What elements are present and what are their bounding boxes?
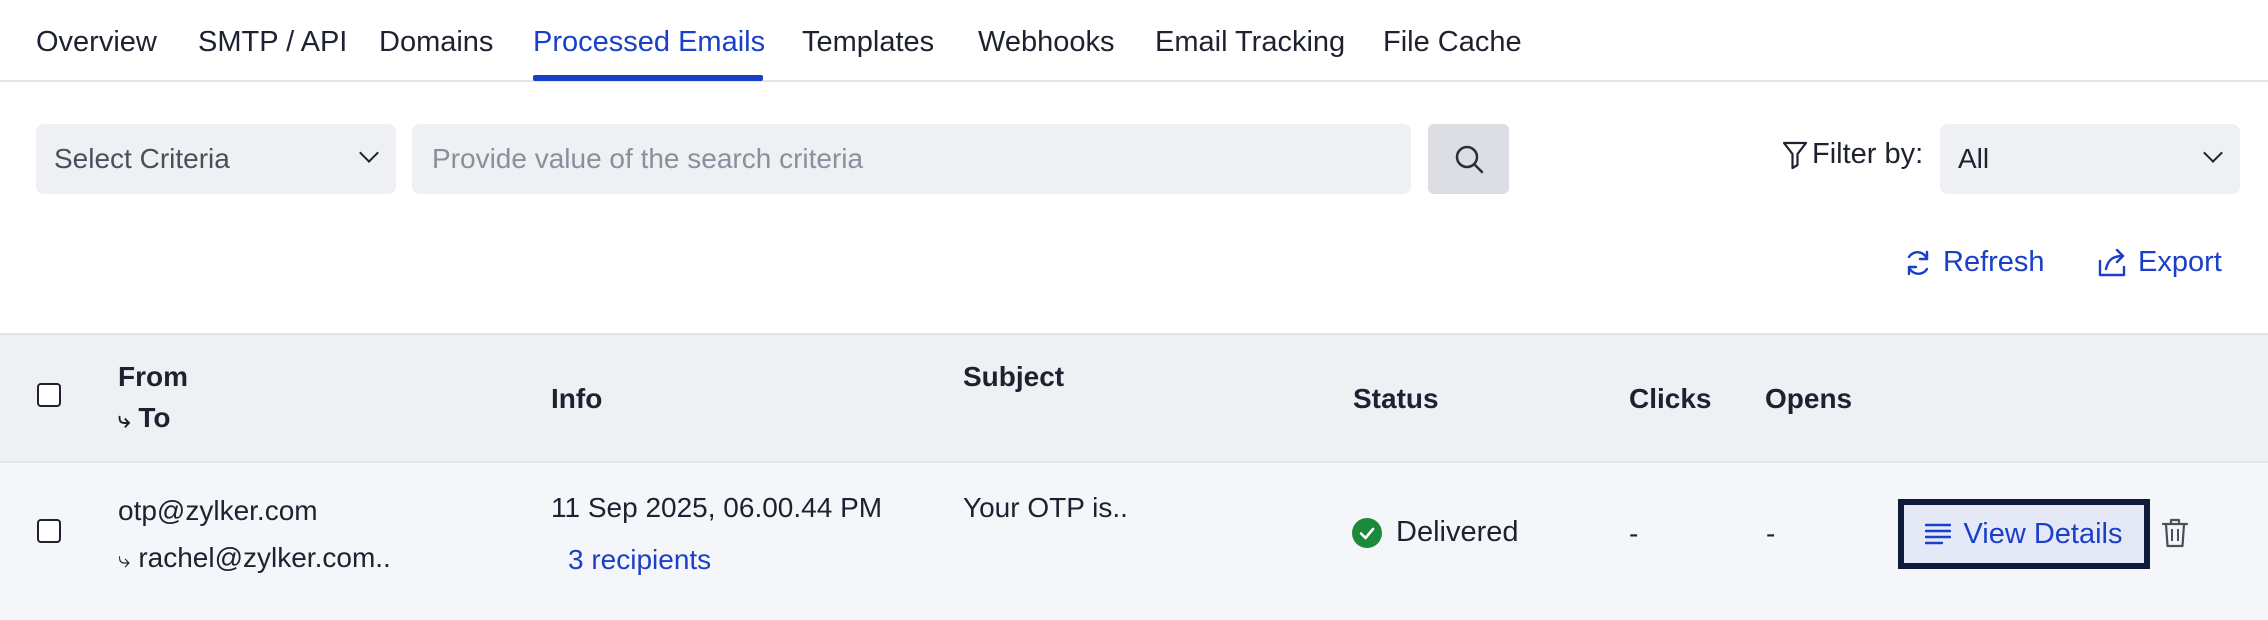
export-button[interactable]: Export (2096, 246, 2222, 279)
row-date: 11 Sep 2025, 06.00.44 PM (551, 492, 883, 523)
view-details-button[interactable]: View Details (1898, 499, 2150, 569)
tab-smtp-api[interactable]: SMTP / API (198, 26, 347, 59)
row-opens: - (1766, 518, 1776, 549)
tab-bar: Overview SMTP / API Domains Processed Em… (0, 0, 2268, 82)
tab-domains[interactable]: Domains (379, 26, 493, 59)
criteria-select-label: Select Criteria (54, 143, 230, 174)
trash-icon (2161, 518, 2189, 548)
search-icon (1455, 145, 1483, 174)
row-to-label: rachel@zylker.com.. (138, 542, 391, 573)
filter-select[interactable]: All (1940, 124, 2240, 194)
header-to: ⤷ To (118, 402, 170, 434)
table-header (0, 333, 2268, 463)
export-icon (2098, 248, 2126, 276)
delete-button[interactable] (2161, 517, 2189, 554)
criteria-select[interactable]: Select Criteria (36, 124, 396, 194)
export-label: Export (2138, 246, 2222, 278)
refresh-button[interactable]: Refresh (1903, 246, 2045, 279)
row-subject: Your OTP is.. (963, 492, 1128, 523)
funnel-icon (1782, 141, 1808, 169)
header-info: Info (551, 383, 603, 414)
check-circle-icon (1352, 517, 1382, 548)
view-details-label: View Details (1963, 517, 2123, 550)
select-all-checkbox[interactable] (37, 383, 61, 407)
row-clicks: - (1629, 518, 1639, 549)
header-clicks: Clicks (1629, 383, 1712, 414)
refresh-label: Refresh (1943, 246, 2045, 278)
list-icon (1925, 523, 1952, 545)
search-button[interactable] (1428, 124, 1509, 194)
tab-processed-emails[interactable]: Processed Emails (533, 26, 765, 59)
header-opens: Opens (1765, 383, 1853, 414)
chevron-down-icon (2203, 143, 2223, 163)
refresh-icon (1907, 250, 1929, 275)
tab-email-tracking[interactable]: Email Tracking (1155, 26, 1345, 59)
reply-arrow-icon: ⤷ (118, 407, 131, 432)
filter-select-value: All (1958, 143, 1990, 174)
filter-label: Filter by: (1782, 138, 1923, 171)
header-status: Status (1353, 383, 1439, 414)
chevron-down-icon (359, 143, 379, 163)
tab-file-cache[interactable]: File Cache (1383, 26, 1522, 59)
filter-label-text: Filter by: (1812, 138, 1924, 170)
status-badge: Delivered (1352, 516, 1519, 549)
tab-templates[interactable]: Templates (802, 26, 934, 59)
row-checkbox[interactable] (37, 519, 61, 543)
row-recipients-link[interactable]: 3 recipients (568, 544, 711, 576)
header-to-label: To (138, 402, 171, 433)
row-to: ⤷ rachel@zylker.com.. (118, 542, 391, 574)
tab-webhooks[interactable]: Webhooks (978, 26, 1115, 59)
active-tab-indicator (533, 75, 763, 81)
status-text: Delivered (1396, 516, 1519, 548)
header-subject: Subject (963, 361, 1065, 392)
row-from: otp@zylker.com (118, 495, 318, 526)
search-input[interactable] (412, 124, 1411, 194)
reply-arrow-icon: ⤷ (118, 547, 131, 572)
tab-overview[interactable]: Overview (36, 26, 157, 59)
header-from: From (118, 361, 188, 392)
